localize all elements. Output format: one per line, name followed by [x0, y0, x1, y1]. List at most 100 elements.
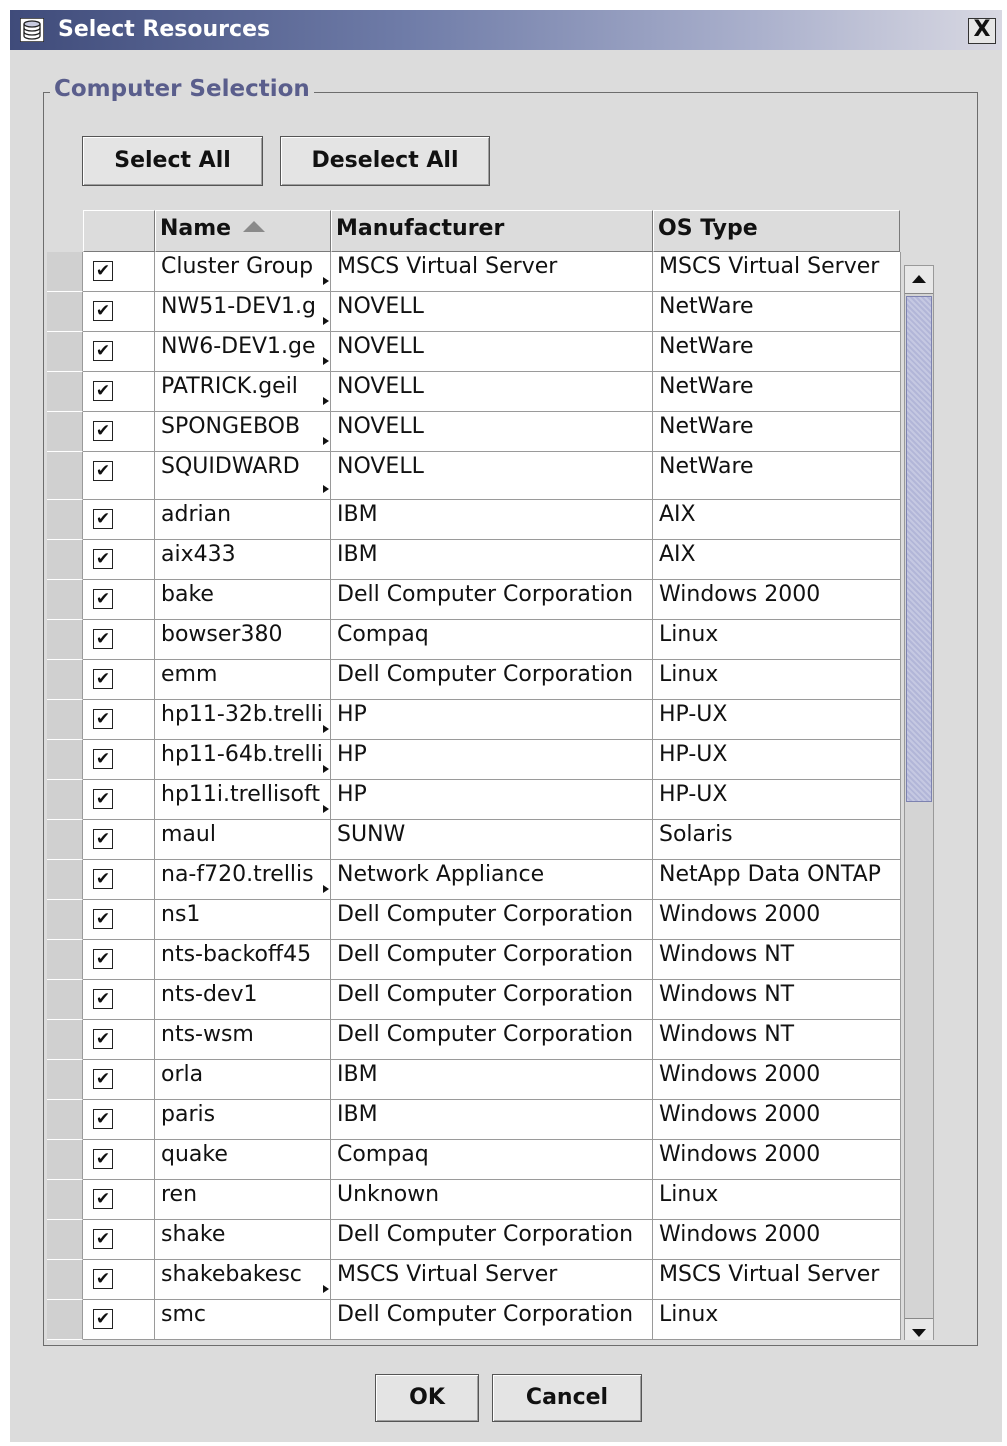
ok-button[interactable]: OK: [375, 1374, 479, 1422]
row-header[interactable]: [47, 452, 83, 500]
row-checkbox[interactable]: ✔: [93, 909, 113, 929]
table-row[interactable]: ✔ nts-dev1 Dell Computer Corporation Window…: [47, 980, 901, 1020]
row-checkbox[interactable]: ✔: [93, 1269, 113, 1289]
manufacturer-cell: Dell Computer Corporation: [331, 1300, 653, 1340]
close-button[interactable]: X: [968, 18, 996, 44]
table-row[interactable]: ✔ PATRICK.geil NOVELL NetWare: [47, 372, 901, 412]
row-header[interactable]: [47, 940, 83, 980]
row-header[interactable]: [47, 332, 83, 372]
checkbox-column-header[interactable]: [83, 210, 155, 252]
row-header[interactable]: [47, 620, 83, 660]
table-row[interactable]: ✔ paris IBM Windows 2000: [47, 1100, 901, 1140]
row-header[interactable]: [47, 1100, 83, 1140]
row-header[interactable]: [47, 820, 83, 860]
row-checkbox[interactable]: ✔: [93, 1069, 113, 1089]
column-header-manufacturer[interactable]: Manufacturer: [331, 210, 653, 252]
cancel-button[interactable]: Cancel: [492, 1374, 642, 1422]
table-row[interactable]: ✔ shakebakesc MSCS Virtual Server MSCS Virt…: [47, 1260, 901, 1300]
table-row[interactable]: ✔ bowser380 Compaq Linux: [47, 620, 901, 660]
row-header[interactable]: [47, 1220, 83, 1260]
row-checkbox[interactable]: ✔: [93, 1309, 113, 1329]
row-checkbox[interactable]: ✔: [93, 1109, 113, 1129]
row-checkbox[interactable]: ✔: [93, 461, 113, 481]
manufacturer-cell: SUNW: [331, 820, 653, 860]
row-checkbox[interactable]: ✔: [93, 421, 113, 441]
select-all-button[interactable]: Select All: [82, 136, 263, 186]
manufacturer-cell: Compaq: [331, 1140, 653, 1180]
table-row[interactable]: ✔ ns1 Dell Computer Corporation Windows 200…: [47, 900, 901, 940]
row-checkbox[interactable]: ✔: [93, 709, 113, 729]
table-row[interactable]: ✔ nts-wsm Dell Computer Corporation Windows…: [47, 1020, 901, 1060]
table-row[interactable]: ✔ shake Dell Computer Corporation Windows 2…: [47, 1220, 901, 1260]
table-row[interactable]: ✔ bake Dell Computer Corporation Windows 20…: [47, 580, 901, 620]
row-checkbox[interactable]: ✔: [93, 381, 113, 401]
row-header[interactable]: [47, 1300, 83, 1340]
scroll-thumb[interactable]: [906, 296, 932, 802]
table-row[interactable]: ✔ hp11-32b.trelli HP HP-UX: [47, 700, 901, 740]
row-header[interactable]: [47, 700, 83, 740]
vertical-scrollbar[interactable]: [904, 265, 934, 1340]
scroll-up-button[interactable]: [905, 266, 933, 294]
row-checkbox[interactable]: ✔: [93, 589, 113, 609]
row-header[interactable]: [47, 980, 83, 1020]
column-header-os-type[interactable]: OS Type: [653, 210, 900, 252]
manufacturer-cell: MSCS Virtual Server: [331, 1260, 653, 1300]
row-header[interactable]: [47, 660, 83, 700]
row-header[interactable]: [47, 252, 83, 292]
row-header[interactable]: [47, 1060, 83, 1100]
table-row[interactable]: ✔ SQUIDWARD NOVELL NetWare: [47, 452, 901, 500]
table-row[interactable]: ✔ nts-backoff45 Dell Computer Corporation W…: [47, 940, 901, 980]
row-checkbox[interactable]: ✔: [93, 949, 113, 969]
row-header[interactable]: [47, 1260, 83, 1300]
table-row[interactable]: ✔ hp11i.trellisoft HP HP-UX: [47, 780, 901, 820]
row-header[interactable]: [47, 780, 83, 820]
table-row[interactable]: ✔ SPONGEBOB NOVELL NetWare: [47, 412, 901, 452]
row-checkbox[interactable]: ✔: [93, 549, 113, 569]
table-row[interactable]: ✔ emm Dell Computer Corporation Linux: [47, 660, 901, 700]
row-checkbox[interactable]: ✔: [93, 789, 113, 809]
row-header[interactable]: [47, 900, 83, 940]
row-checkbox[interactable]: ✔: [93, 749, 113, 769]
table-row[interactable]: ✔ maul SUNW Solaris: [47, 820, 901, 860]
row-checkbox[interactable]: ✔: [93, 1149, 113, 1169]
row-checkbox[interactable]: ✔: [93, 1229, 113, 1249]
table-row[interactable]: ✔ na-f720.trellis Network Appliance NetApp …: [47, 860, 901, 900]
row-header[interactable]: [47, 740, 83, 780]
table-row[interactable]: ✔ orla IBM Windows 2000: [47, 1060, 901, 1100]
row-header[interactable]: [47, 500, 83, 540]
table-row[interactable]: ✔ NW6-DEV1.ge NOVELL NetWare: [47, 332, 901, 372]
row-header[interactable]: [47, 1020, 83, 1060]
row-header[interactable]: [47, 540, 83, 580]
table-row[interactable]: ✔ ren Unknown Linux: [47, 1180, 901, 1220]
row-checkbox[interactable]: ✔: [93, 629, 113, 649]
table-row[interactable]: ✔ Cluster Group MSCS Virtual Server MSCS Vi…: [47, 252, 901, 292]
table-row[interactable]: ✔ adrian IBM AIX: [47, 500, 901, 540]
row-header[interactable]: [47, 412, 83, 452]
column-header-name[interactable]: Name: [155, 210, 331, 252]
row-checkbox[interactable]: ✔: [93, 669, 113, 689]
row-checkbox[interactable]: ✔: [93, 1029, 113, 1049]
row-header[interactable]: [47, 292, 83, 332]
row-checkbox[interactable]: ✔: [93, 261, 113, 281]
scroll-down-button[interactable]: [905, 1318, 933, 1340]
row-checkbox[interactable]: ✔: [93, 301, 113, 321]
checkbox-cell: ✔: [83, 620, 155, 660]
title-bar[interactable]: Select Resources X: [10, 10, 1002, 50]
row-header[interactable]: [47, 860, 83, 900]
row-header[interactable]: [47, 580, 83, 620]
row-header[interactable]: [47, 372, 83, 412]
row-checkbox[interactable]: ✔: [93, 509, 113, 529]
row-checkbox[interactable]: ✔: [93, 869, 113, 889]
row-header[interactable]: [47, 1140, 83, 1180]
table-row[interactable]: ✔ hp11-64b.trelli HP HP-UX: [47, 740, 901, 780]
table-row[interactable]: ✔ aix433 IBM AIX: [47, 540, 901, 580]
table-row[interactable]: ✔ smc Dell Computer Corporation Linux: [47, 1300, 901, 1340]
table-row[interactable]: ✔ quake Compaq Windows 2000: [47, 1140, 901, 1180]
row-checkbox[interactable]: ✔: [93, 341, 113, 361]
deselect-all-button[interactable]: Deselect All: [280, 136, 490, 186]
row-checkbox[interactable]: ✔: [93, 829, 113, 849]
table-row[interactable]: ✔ NW51-DEV1.g NOVELL NetWare: [47, 292, 901, 332]
row-checkbox[interactable]: ✔: [93, 1189, 113, 1209]
row-header[interactable]: [47, 1180, 83, 1220]
row-checkbox[interactable]: ✔: [93, 989, 113, 1009]
